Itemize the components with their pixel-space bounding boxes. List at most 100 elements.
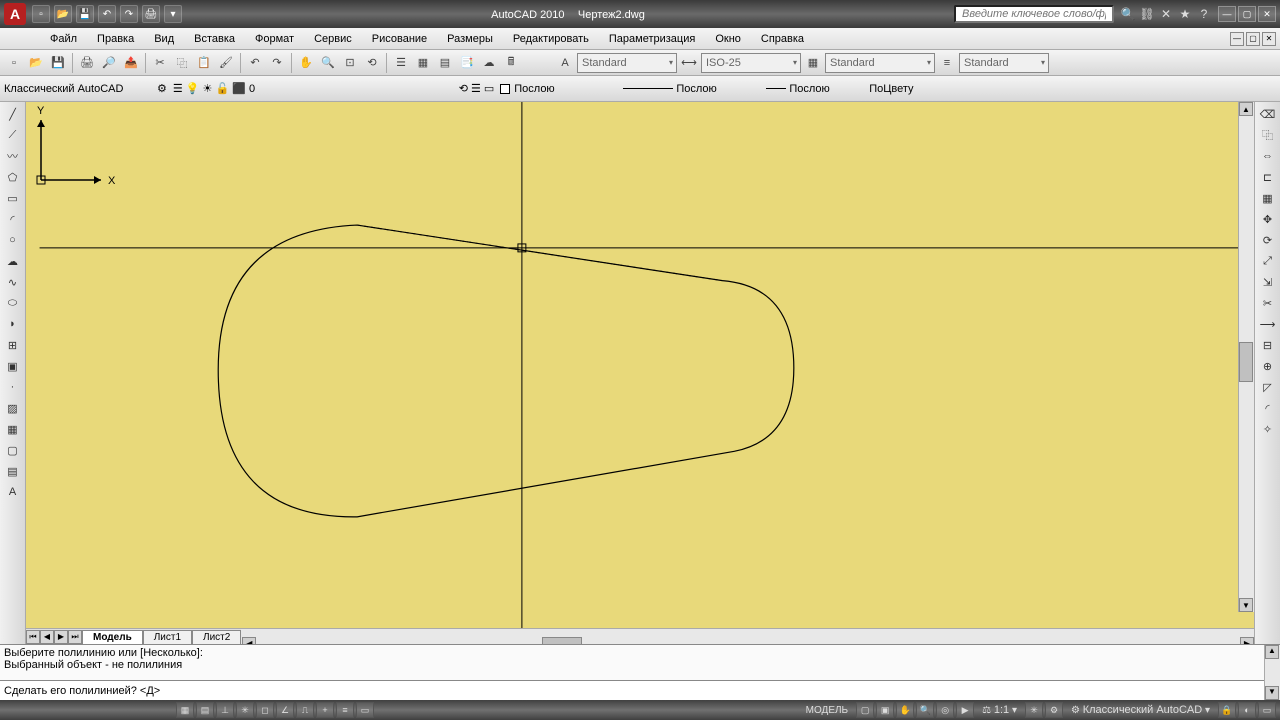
zoom-rt-icon[interactable]: 🔍 (318, 53, 338, 73)
publish-icon[interactable]: 📤 (121, 53, 141, 73)
circle-tool[interactable]: ○ (2, 230, 24, 250)
save-icon[interactable]: 💾 (48, 53, 68, 73)
star-icon[interactable]: ★ (1177, 6, 1193, 22)
polygon-tool[interactable]: ⬠ (2, 167, 24, 187)
point-tool[interactable]: · (2, 377, 24, 397)
gradient-tool[interactable]: ▦ (2, 419, 24, 439)
vscroll-up[interactable]: ▲ (1239, 102, 1253, 116)
props-icon[interactable]: ☰ (391, 53, 411, 73)
color-combo[interactable]: Послою (500, 83, 620, 95)
copy-tool[interactable]: ⿻ (1257, 125, 1279, 145)
exchange-icon[interactable]: ✕ (1158, 6, 1174, 22)
clean-screen[interactable]: ▭ (1258, 702, 1276, 718)
undo-icon[interactable]: ↶ (245, 53, 265, 73)
qv-drawings[interactable]: ▣ (876, 702, 894, 718)
layer-combo[interactable]: 💡 ☀ 🔓 ⬛ 0 (186, 82, 456, 95)
hscroll-right[interactable]: ▶ (1240, 637, 1254, 645)
move-tool[interactable]: ✥ (1257, 209, 1279, 229)
layer-props-icon[interactable]: ☰ (173, 82, 183, 95)
menu-param[interactable]: Параметризация (599, 31, 705, 47)
hardware-accel[interactable]: ◐ (1238, 702, 1256, 718)
markup-icon[interactable]: ☁ (479, 53, 499, 73)
copy-icon[interactable]: ⿻ (172, 53, 192, 73)
tab-first[interactable]: ⏮ (26, 630, 40, 644)
snap-toggle[interactable]: ▦ (176, 702, 194, 718)
zoom-prev-icon[interactable]: ⟲ (362, 53, 382, 73)
menu-insert[interactable]: Вставка (184, 31, 245, 47)
menu-dim[interactable]: Размеры (437, 31, 503, 47)
revcloud-tool[interactable]: ☁ (2, 251, 24, 271)
qp-toggle[interactable]: ▭ (356, 702, 374, 718)
tp-icon[interactable]: ▤ (435, 53, 455, 73)
lweight-combo[interactable]: Послою (766, 83, 866, 95)
explode-tool[interactable]: ✧ (1257, 419, 1279, 439)
ortho-toggle[interactable]: ⊥ (216, 702, 234, 718)
stretch-tool[interactable]: ⇲ (1257, 272, 1279, 292)
dimstyle-combo[interactable]: ISO-25 (701, 53, 801, 73)
zoom-status[interactable]: 🔍 (916, 702, 934, 718)
menu-help[interactable]: Справка (751, 31, 814, 47)
rotate-tool[interactable]: ⟳ (1257, 230, 1279, 250)
menu-modify[interactable]: Редактировать (503, 31, 599, 47)
anno-scale[interactable]: ⚖ 1:1 ▾ (976, 704, 1023, 716)
grid-toggle[interactable]: ▤ (196, 702, 214, 718)
otrack-toggle[interactable]: ∠ (276, 702, 294, 718)
command-input[interactable]: Сделать его полилинией? <Д> (0, 680, 1264, 700)
workspace-combo[interactable]: Классический AutoCAD (4, 83, 154, 95)
qat-new[interactable]: ▫ (32, 5, 50, 23)
toolbar-lock[interactable]: 🔒 (1218, 702, 1236, 718)
mlstyle-icon[interactable]: ≡ (937, 53, 957, 73)
pan-icon[interactable]: ✋ (296, 53, 316, 73)
ws-settings-icon[interactable]: ⚙ (157, 82, 167, 95)
open-icon[interactable]: 📂 (26, 53, 46, 73)
app-logo[interactable]: A (4, 3, 26, 25)
cut-icon[interactable]: ✂ (150, 53, 170, 73)
redo-icon[interactable]: ↷ (267, 53, 287, 73)
doc-minimize[interactable]: — (1230, 32, 1244, 46)
menu-draw[interactable]: Рисование (362, 31, 437, 47)
search-input[interactable] (954, 5, 1114, 23)
array-tool[interactable]: ▦ (1257, 188, 1279, 208)
qat-print[interactable]: 🖨 (142, 5, 160, 23)
command-history[interactable]: Выберите полилинию или [Несколько]: Выбр… (0, 645, 1264, 680)
qv-layouts[interactable]: ▢ (856, 702, 874, 718)
chamfer-tool[interactable]: ◸ (1257, 377, 1279, 397)
vscroll-down[interactable]: ▼ (1239, 598, 1253, 612)
match-icon[interactable]: 🖌 (216, 53, 236, 73)
search-go-icon[interactable]: 🔍 (1120, 6, 1136, 22)
cmd-scroll[interactable]: ▲ ▼ (1264, 645, 1280, 700)
rect-tool[interactable]: ▭ (2, 188, 24, 208)
tab-model[interactable]: Модель (82, 630, 143, 644)
drawing-canvas[interactable]: X Y ▲ ▼ (26, 102, 1254, 628)
qat-redo[interactable]: ↷ (120, 5, 138, 23)
line-tool[interactable]: ╱ (2, 104, 24, 124)
menu-edit[interactable]: Правка (87, 31, 144, 47)
model-indicator[interactable]: МОДЕЛЬ (800, 705, 854, 716)
menu-tools[interactable]: Сервис (304, 31, 362, 47)
ssm-icon[interactable]: 📑 (457, 53, 477, 73)
trim-tool[interactable]: ✂ (1257, 293, 1279, 313)
tab-next[interactable]: ▶ (54, 630, 68, 644)
calc-icon[interactable]: 🖩 (501, 53, 521, 73)
cmd-scroll-down[interactable]: ▼ (1265, 686, 1279, 700)
paste-icon[interactable]: 📋 (194, 53, 214, 73)
extend-tool[interactable]: ⟶ (1257, 314, 1279, 334)
fillet-tool[interactable]: ◜ (1257, 398, 1279, 418)
wheel-status[interactable]: ◎ (936, 702, 954, 718)
vscroll-thumb[interactable] (1239, 342, 1253, 382)
tablestyle-icon[interactable]: ▦ (803, 53, 823, 73)
layer-iso-icon[interactable]: ▭ (484, 82, 494, 95)
break-tool[interactable]: ⊟ (1257, 335, 1279, 355)
showmotion[interactable]: ▶ (956, 702, 974, 718)
tab-layout2[interactable]: Лист2 (192, 630, 241, 644)
lwt-toggle[interactable]: ≡ (336, 702, 354, 718)
help-icon[interactable]: ? (1196, 6, 1212, 22)
comm-icon[interactable]: ⛓ (1139, 6, 1155, 22)
doc-restore[interactable]: ▢ (1246, 32, 1260, 46)
join-tool[interactable]: ⊕ (1257, 356, 1279, 376)
tab-last[interactable]: ⏭ (68, 630, 82, 644)
anno-vis[interactable]: ✳ (1025, 702, 1043, 718)
cmd-scroll-up[interactable]: ▲ (1265, 645, 1279, 659)
menu-format[interactable]: Формат (245, 31, 304, 47)
tab-prev[interactable]: ◀ (40, 630, 54, 644)
